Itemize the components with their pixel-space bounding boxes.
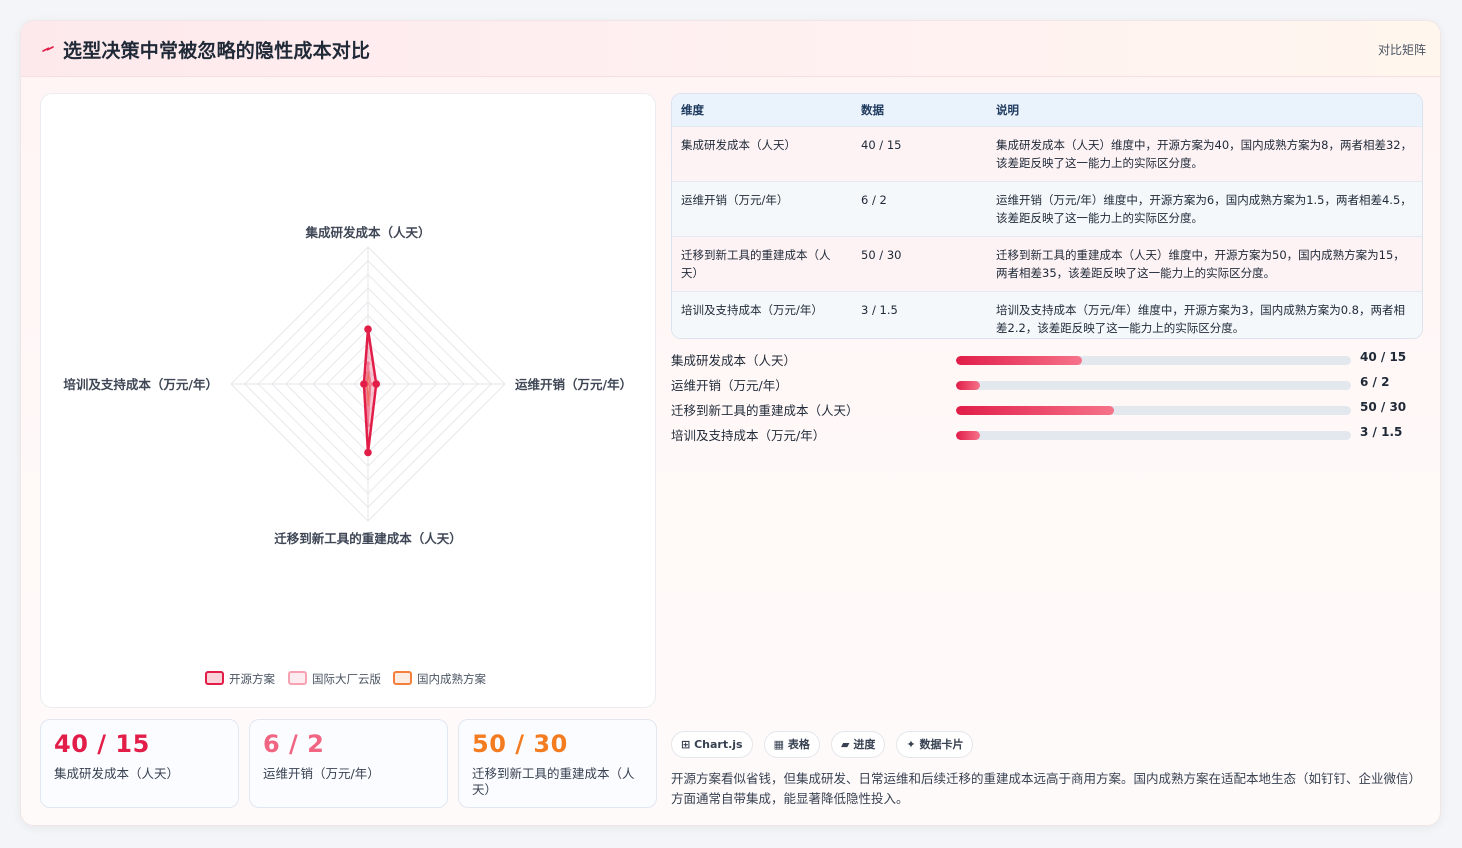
table-row: 迁移到新工具的重建成本（人天） 50 / 30 迁移到新工具的重建成本（人天）维… [672,235,1422,291]
progress-track [956,406,1351,415]
kpi-value: 6 / 2 [263,730,325,758]
cell-dimension: 运维开销（万元/年） [672,180,852,236]
progress-list: 集成研发成本（人天） 40 / 15 运维开销（万元/年） 6 / 2 迁移到新… [671,349,1423,449]
progress-label: 运维开销（万元/年） [671,378,788,393]
progress-fill [956,356,1083,365]
cell-data: 3 / 1.5 [852,290,987,338]
progress-fill [956,431,980,440]
header-dimension: 维度 [681,102,704,117]
legend-swatch [393,671,412,685]
chart-icon: ⊞ [681,738,691,751]
table-header-row: 维度 数据 说明 [672,94,1422,126]
cell-dimension: 培训及支持成本（万元/年） [672,290,852,338]
tag-label: 表格 [787,738,810,751]
page-title: 选型决策中常被忽略的隐性成本对比 [63,40,371,62]
kpi-card: 50 / 30 迁移到新工具的重建成本（人天） [458,719,657,808]
cell-data: 40 / 15 [852,125,987,181]
radar-axis-label: 运维开销（万元/年） [515,377,632,392]
kpi-value: 40 / 15 [54,730,150,758]
legend-swatch [205,671,224,685]
progress-fill [956,406,1114,415]
legend-label: 国内成熟方案 [417,672,486,686]
radar-point [364,448,372,457]
kpi-value: 50 / 30 [472,730,568,758]
table-icon: ▦ [773,738,785,751]
tag-label: 数据卡片 [919,738,964,751]
kpi-card: 40 / 15 集成研发成本（人天） [40,719,239,808]
lightning-icon [42,46,54,52]
progress-label: 培训及支持成本（万元/年） [671,428,826,443]
header-data: 数据 [861,102,884,117]
cell-description: 运维开销（万元/年）维度中，开源方案为6，国内成熟方案为1.5，两者相差4.5，… [987,180,1422,236]
sparkle-icon: ✦ [906,738,916,751]
progress-row: 集成研发成本（人天） 40 / 15 [671,349,1423,374]
tag-progress[interactable]: ▰ 进度 [831,731,886,758]
cell-data: 6 / 2 [852,180,987,236]
progress-row: 迁移到新工具的重建成本（人天） 50 / 30 [671,399,1423,424]
kpi-label: 迁移到新工具的重建成本（人天） [472,766,635,797]
radar-point [364,325,372,333]
progress-value: 3 / 1.5 [1360,425,1403,439]
progress-row: 运维开销（万元/年） 6 / 2 [671,374,1423,399]
progress-label: 集成研发成本（人天） [671,353,797,368]
table-row: 运维开销（万元/年） 6 / 2 运维开销（万元/年）维度中，开源方案为6，国内… [672,180,1422,236]
header: 选型决策中常被忽略的隐性成本对比 对比矩阵 [21,21,1440,77]
radar-point [360,380,368,388]
progress-label: 迁移到新工具的重建成本（人天） [671,403,859,418]
legend-label: 国际大厂云版 [312,672,381,686]
main-card: 选型决策中常被忽略的隐性成本对比 对比矩阵 集成研发成本（人天） 运维开销（万元/… [20,20,1441,826]
radar-axis-label: 培训及支持成本（万元/年） [63,377,218,392]
cell-description: 迁移到新工具的重建成本（人天）维度中，开源方案为50，国内成熟方案为15，两者相… [987,235,1422,291]
kpi-label: 集成研发成本（人天） [54,766,180,781]
progress-fill [956,381,980,390]
cell-description: 培训及支持成本（万元/年）维度中，开源方案为3，国内成熟方案为0.8，两者相差2… [987,290,1422,338]
progress-value: 50 / 30 [1360,400,1407,414]
progress-track [956,356,1351,365]
legend-swatch [288,671,307,685]
tag-label: Chart.js [694,738,743,751]
radar-point [372,380,381,388]
radar-series-area [362,327,378,454]
table-row: 集成研发成本（人天） 40 / 15 集成研发成本（人天）维度中，开源方案为40… [672,125,1422,181]
tag-table[interactable]: ▦ 表格 [763,731,820,758]
kpi-label: 运维开销（万元/年） [263,766,380,781]
table-row: 培训及支持成本（万元/年） 3 / 1.5 培训及支持成本（万元/年）维度中，开… [672,290,1422,338]
progress-value: 6 / 2 [1360,375,1390,389]
progress-row: 培训及支持成本（万元/年） 3 / 1.5 [671,424,1423,449]
kpi-card: 6 / 2 运维开销（万元/年） [249,719,448,808]
progress-value: 40 / 15 [1360,350,1407,364]
cell-data: 50 / 30 [852,235,987,291]
tag-label: 进度 [853,738,876,751]
tag-data-card[interactable]: ✦ 数据卡片 [896,731,974,758]
cell-dimension: 集成研发成本（人天） [672,125,852,181]
legend-label: 开源方案 [229,672,275,686]
cell-dimension: 迁移到新工具的重建成本（人天） [672,235,852,291]
radar-chart-panel: 集成研发成本（人天） 运维开销（万元/年） 迁移到新工具的重建成本（人天） 培训及支持… [40,93,656,708]
progress-icon: ▰ [841,738,850,751]
radar-axis-label: 迁移到新工具的重建成本（人天） [274,531,462,546]
data-table: 维度 数据 说明 集成研发成本（人天） 40 / 15 集成研发成本（人天）维度… [671,93,1423,339]
cell-description: 集成研发成本（人天）维度中，开源方案为40，国内成熟方案为8，两者相差32，该差… [987,125,1422,181]
header-description: 说明 [996,102,1019,117]
progress-track [956,431,1351,440]
radar-axis-label: 集成研发成本（人天） [304,225,430,240]
radar-chart: 集成研发成本（人天） 运维开销（万元/年） 迁移到新工具的重建成本（人天） 培训及支持… [63,225,632,686]
tag-list: ⊞ Chart.js ▦ 表格 ▰ 进度 ✦ 数据卡片 [671,731,979,759]
progress-track [956,381,1351,390]
summary-text: 开源方案看似省钱，但集成研发、日常运维和后续迁移的重建成本远高于商用方案。国内成… [671,771,1422,806]
tag-chartjs[interactable]: ⊞ Chart.js [671,731,753,758]
view-label: 对比矩阵 [1377,43,1426,57]
